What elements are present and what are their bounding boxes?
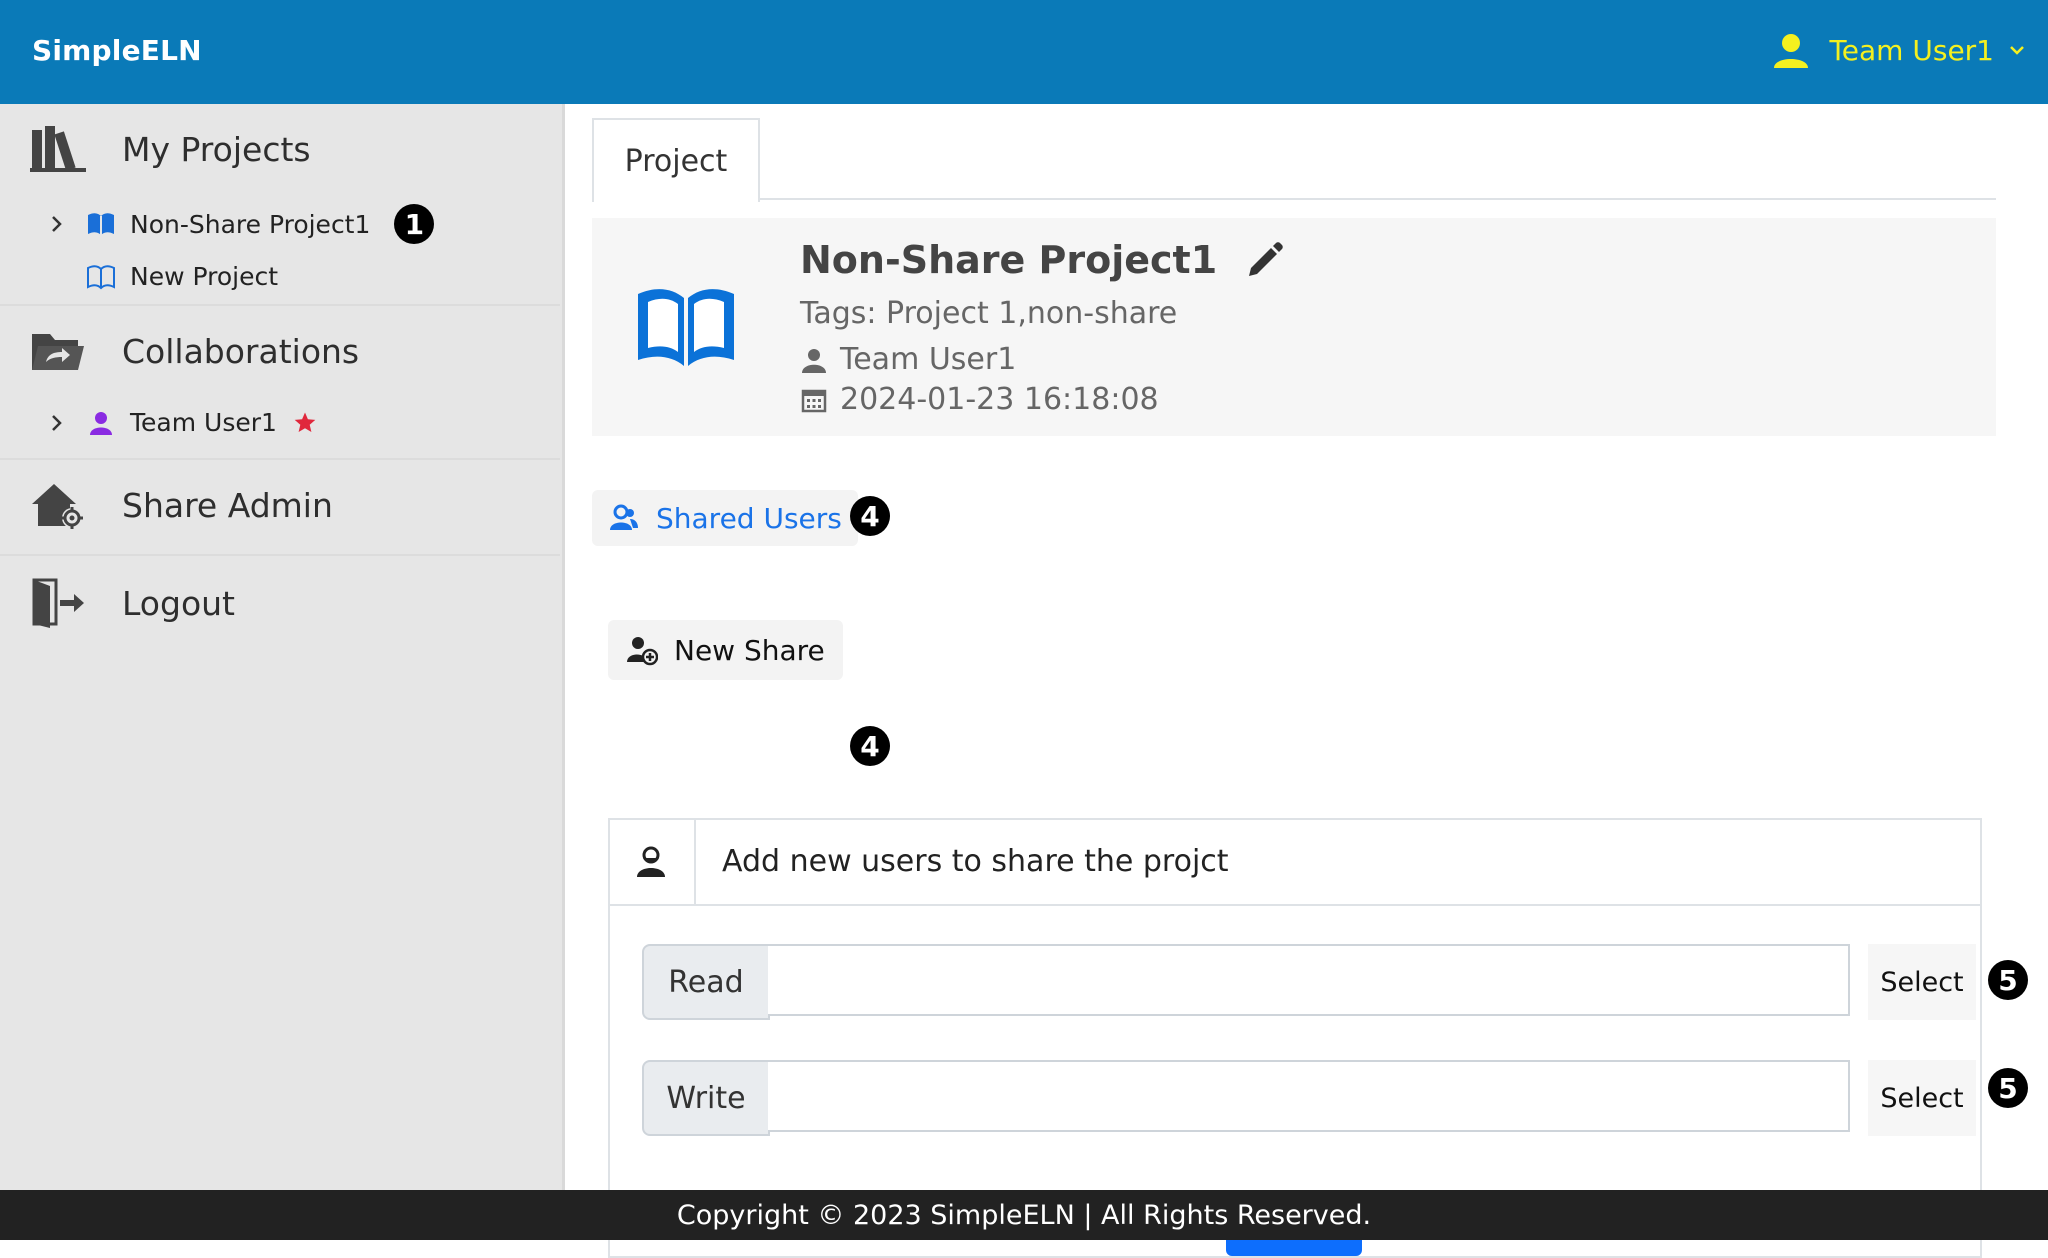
sidebar-divider <box>0 554 560 556</box>
sidebar-section-share-admin: Share Admin <box>0 480 562 530</box>
tab-bar-line <box>592 198 1996 200</box>
pencil-edit-icon[interactable] <box>1245 240 1285 280</box>
annotation-badge: 4 <box>850 726 890 766</box>
sidebar-section-collaborations: Collaborations <box>0 326 562 376</box>
brand-logo[interactable]: SimpleELN <box>32 34 202 67</box>
project-card: Non-Share Project1 Tags: Project 1,non-s… <box>592 218 1996 436</box>
user-icon <box>90 411 112 435</box>
share-panel-header: Add new users to share the projct <box>610 820 1980 906</box>
footer: Copyright © 2023 SimpleELN | All Rights … <box>0 1190 2048 1240</box>
sidebar-item-share-admin[interactable]: Share Admin <box>0 480 562 530</box>
user-plus-icon <box>627 637 658 666</box>
sidebar-collab-team-user1[interactable]: Team User1 <box>50 408 317 437</box>
sidebar-item-logout[interactable]: Logout <box>0 578 562 628</box>
annotation-badge: 4 <box>850 496 890 536</box>
share-panel-header-text: Add new users to share the projct <box>722 844 1229 879</box>
write-select-button[interactable]: Select <box>1868 1060 1976 1136</box>
sidebar-section-logout: Logout <box>0 578 562 628</box>
sidebar-section-my-projects: My Projects <box>0 124 562 174</box>
sidebar-project-non-share-project1[interactable]: Non-Share Project1 1 <box>50 204 435 244</box>
sidebar-label: Collaborations <box>122 331 360 371</box>
star-icon <box>294 412 316 432</box>
shared-users-label: Shared Users <box>656 501 842 535</box>
user-menu[interactable]: Team User1 <box>1771 30 2026 70</box>
sidebar-item-label: Team User1 <box>130 408 277 437</box>
new-share-label: New Share <box>674 633 825 667</box>
share-panel-icon-box <box>610 820 696 904</box>
user-share-icon <box>637 846 665 877</box>
project-owner: Team User1 <box>800 342 1016 377</box>
annotation-badge: 5 <box>1988 1068 2028 1108</box>
annotation-badge: 1 <box>394 204 435 244</box>
project-title: Non-Share Project1 <box>800 238 1285 282</box>
project-date: 2024-01-23 16:18:08 <box>800 382 1159 417</box>
new-share-button[interactable]: New Share <box>608 620 843 680</box>
chevron-right-icon[interactable] <box>50 413 64 433</box>
user-icon <box>802 348 826 373</box>
shared-users-button[interactable]: Shared Users <box>592 490 858 546</box>
user-menu-name: Team User1 <box>1829 33 1994 67</box>
project-owner-name: Team User1 <box>840 342 1017 377</box>
book-open-icon <box>638 289 734 366</box>
sidebar-item-label: New Project <box>130 262 279 291</box>
sidebar-item-new-project[interactable]: New Project <box>86 262 278 291</box>
annotation-badge: 5 <box>1988 960 2028 1000</box>
read-label: Read <box>642 944 770 1020</box>
project-tags: Tags: Project 1,non-share <box>800 296 1178 331</box>
sidebar-label: Logout <box>122 583 235 623</box>
sidebar-item-label: Non-Share Project1 <box>130 209 371 239</box>
project-title-text: Non-Share Project1 <box>800 238 1218 282</box>
top-navbar: SimpleELN Team User1 <box>0 0 2048 104</box>
tab-project[interactable]: Project <box>592 118 760 202</box>
users-icon <box>610 504 638 530</box>
folder-share-icon <box>32 334 84 370</box>
sidebar-label: My Projects <box>122 129 311 169</box>
project-date-text: 2024-01-23 16:18:08 <box>840 382 1159 417</box>
sidebar-divider <box>0 458 560 460</box>
sidebar-item-collaborations[interactable]: Collaborations <box>0 326 562 376</box>
book-icon <box>88 213 114 235</box>
chevron-right-icon[interactable] <box>50 214 64 234</box>
logout-door-icon <box>32 578 84 628</box>
read-users-input[interactable] <box>768 944 1850 1016</box>
chevron-down-icon <box>2010 46 2024 55</box>
write-input-group: Write Select 5 <box>642 1060 2028 1136</box>
sidebar-divider <box>0 304 560 306</box>
read-input-group: Read Select 5 <box>642 944 2028 1020</box>
sidebar-item-my-projects[interactable]: My Projects <box>0 124 562 174</box>
write-label: Write <box>642 1060 770 1136</box>
house-gear-icon <box>32 484 83 529</box>
write-users-input[interactable] <box>768 1060 1850 1132</box>
book-open-outline-icon <box>87 264 115 289</box>
read-select-button[interactable]: Select <box>1868 944 1976 1020</box>
calendar-icon <box>801 389 827 412</box>
sidebar-label: Share Admin <box>122 485 333 525</box>
user-icon <box>1774 34 1809 68</box>
books-icon <box>30 126 86 172</box>
sidebar: My Projects Non-Share Project1 1 New Pro… <box>0 104 565 1190</box>
